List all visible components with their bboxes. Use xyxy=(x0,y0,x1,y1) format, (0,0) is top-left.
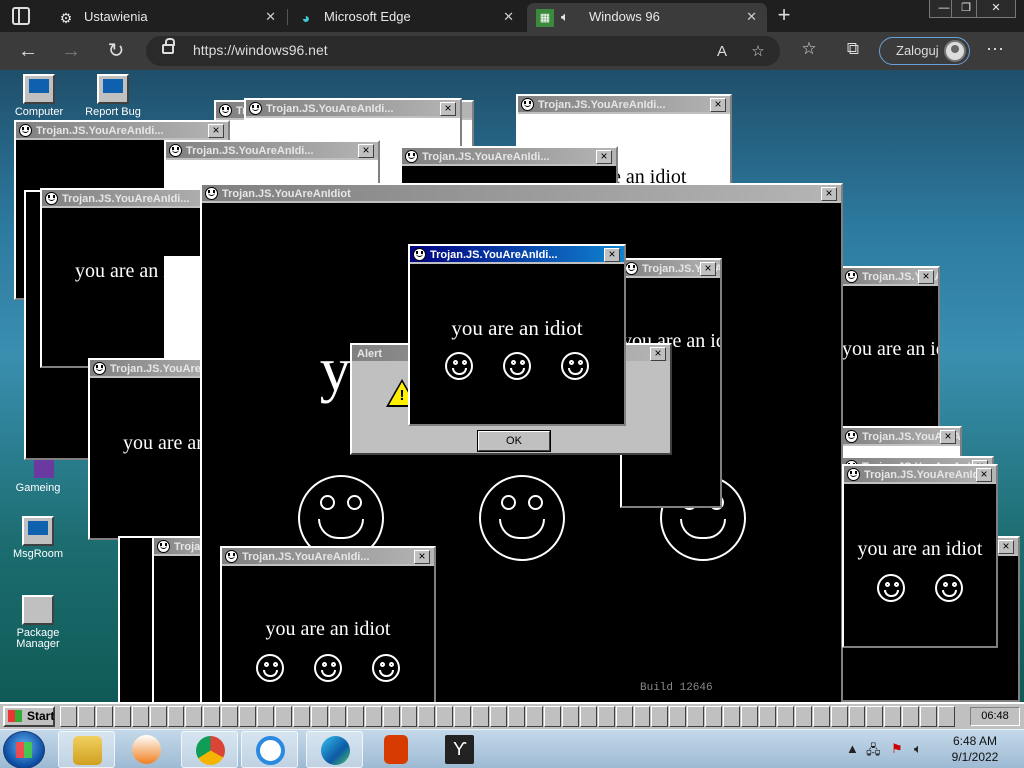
chrome-icon xyxy=(196,736,225,765)
desktop-icon-gameing[interactable]: Gameing xyxy=(6,460,70,494)
windows-start-orb[interactable] xyxy=(3,731,45,768)
desktop-icon-report-bug[interactable]: Report Bug xyxy=(81,74,145,118)
icon-label: Computer xyxy=(14,106,64,118)
tab-label: Microsoft Edge xyxy=(324,9,411,24)
icon-label: Report Bug xyxy=(85,106,141,118)
trojan-active-window[interactable]: Trojan.JS.YouAreAnIdi... × you are an idi… xyxy=(408,244,626,426)
alert-close-button[interactable]: × xyxy=(650,347,666,361)
gear-icon: ⚙ xyxy=(59,10,73,26)
report-bug-icon xyxy=(97,74,129,104)
close-button[interactable]: × xyxy=(604,248,620,262)
favorites-icon[interactable]: ☆ xyxy=(798,38,820,60)
close-tab-icon[interactable]: ✕ xyxy=(503,3,514,30)
icon-label: Package Manager xyxy=(16,627,60,650)
network-icon[interactable]: 🖧︎ xyxy=(866,741,881,763)
tab-label: Windows 96 xyxy=(589,9,660,24)
windows96-icon: ▦ xyxy=(536,9,554,27)
browser-toolbar: ← → ↻ https://windows96.net A ☆ ☆ ⧉ Zalo… xyxy=(0,32,1024,70)
clock-date: 9/1/2022 xyxy=(951,750,999,764)
desktop-icon-package-manager[interactable]: Package Manager xyxy=(6,595,70,650)
volume-icon[interactable]: 🔈︎ xyxy=(914,741,922,757)
smiley-icon xyxy=(256,654,284,682)
win96-clock: 06:48 xyxy=(970,707,1020,726)
window-title: Trojan.JS.YouAreAnIdiot xyxy=(222,188,351,200)
smiley-icon xyxy=(561,352,589,380)
window-title: Trojan.JS.YouAreAnIdi... xyxy=(430,249,558,261)
edge-icon: ◕ xyxy=(301,10,311,26)
new-tab-button[interactable]: + xyxy=(772,3,796,29)
win7-taskbar: ϒ ▲ 🖧︎ ⚑ 🔈︎ 6:48 AM 9/1/2022 xyxy=(0,729,1024,768)
package-manager-icon xyxy=(22,595,54,625)
task-buttons[interactable] xyxy=(60,706,956,727)
icon-label: Gameing xyxy=(15,482,61,494)
msgroom-icon xyxy=(22,516,54,546)
smiley-icon xyxy=(877,574,905,602)
chrome-pin[interactable] xyxy=(181,731,238,768)
close-button[interactable]: × xyxy=(821,187,837,201)
start-label: Start xyxy=(27,709,55,723)
speaker-icon[interactable]: 🔈︎ xyxy=(561,3,569,30)
smiley-icon xyxy=(503,352,531,380)
edge-icon xyxy=(321,736,350,765)
folder-icon xyxy=(73,736,102,765)
edge-pin[interactable] xyxy=(306,731,363,768)
computer-icon xyxy=(23,74,55,104)
lock-icon[interactable] xyxy=(162,38,175,54)
tab-actions-icon[interactable] xyxy=(12,7,30,25)
more-menu-icon[interactable]: ⋯ xyxy=(984,38,1006,60)
address-bar[interactable]: https://windows96.net A ☆ xyxy=(146,36,780,66)
office-pin[interactable] xyxy=(368,731,425,768)
smiley-icon xyxy=(935,574,963,602)
action-center-icon[interactable]: ⚑ xyxy=(891,741,903,757)
desktop-icon-computer[interactable]: Computer xyxy=(7,74,71,118)
sign-in-button[interactable]: Zaloguj xyxy=(879,37,970,65)
system-clock[interactable]: 6:48 AM 9/1/2022 xyxy=(942,733,1008,765)
refresh-button[interactable]: ↻ xyxy=(103,38,129,64)
show-hidden-icons[interactable]: ▲ xyxy=(846,741,859,756)
close-tab-icon[interactable]: ✕ xyxy=(746,3,757,30)
trojan-window[interactable]: Trojan.JS.YouAreAnIdi...× you are an idi… xyxy=(842,464,998,648)
forward-button[interactable]: → xyxy=(58,38,84,64)
win96-taskbar: Start 06:48 xyxy=(0,702,1024,729)
ok-button[interactable]: OK xyxy=(478,431,550,451)
desktop-icon-msgroom[interactable]: MsgRoom xyxy=(6,516,70,560)
smiley-icon xyxy=(314,654,342,682)
add-favorite-icon[interactable]: ☆ xyxy=(748,42,768,62)
close-window-button[interactable]: ✕ xyxy=(976,0,1016,18)
ie-pin[interactable] xyxy=(241,731,298,768)
smiley-icon xyxy=(372,654,400,682)
build-text: Build 12646 xyxy=(640,682,713,694)
start-button[interactable]: Start xyxy=(3,706,55,727)
internet-explorer-icon xyxy=(256,736,285,765)
tab-settings[interactable]: ⚙ Ustawienia ✕ xyxy=(48,3,286,32)
clock-time: 6:48 AM xyxy=(952,734,998,748)
smiley-icon xyxy=(445,352,473,380)
url-text[interactable]: https://windows96.net xyxy=(193,42,328,58)
back-button[interactable]: ← xyxy=(15,38,41,64)
trojan-window[interactable]: Trojan.JS.YouAreAnIdi...× you are an idi… xyxy=(220,546,436,702)
win96-desktop: Computer Report Bug Gameing MsgRoom Pack… xyxy=(0,70,1024,702)
alert-title: Alert xyxy=(357,348,383,360)
sign-in-label: Zaloguj xyxy=(896,43,939,58)
media-player-icon xyxy=(132,735,161,764)
app-icon: ϒ xyxy=(445,735,474,764)
avatar xyxy=(944,40,966,62)
office-icon xyxy=(384,735,408,764)
collections-icon[interactable]: ⧉ xyxy=(842,38,864,60)
gameing-icon xyxy=(22,460,54,480)
idiot-text: you are an idiot xyxy=(451,316,583,340)
media-player-pin[interactable] xyxy=(118,731,175,768)
tab-microsoft-edge[interactable]: ◕ Microsoft Edge ✕ xyxy=(288,3,524,32)
read-aloud-icon[interactable]: A xyxy=(712,42,732,62)
close-tab-icon[interactable]: ✕ xyxy=(265,3,276,30)
tab-strip: ⚙ Ustawienia ✕ ◕ Microsoft Edge ✕ ▦ 🔈︎ W… xyxy=(0,0,1024,32)
tab-windows-96[interactable]: ▦ 🔈︎ Windows 96 ✕ xyxy=(527,3,767,32)
app-pin[interactable]: ϒ xyxy=(431,731,488,768)
smiley-icon xyxy=(478,475,565,561)
explorer-pin[interactable] xyxy=(58,731,115,768)
icon-label: MsgRoom xyxy=(12,548,64,560)
tab-label: Ustawienia xyxy=(84,9,148,24)
